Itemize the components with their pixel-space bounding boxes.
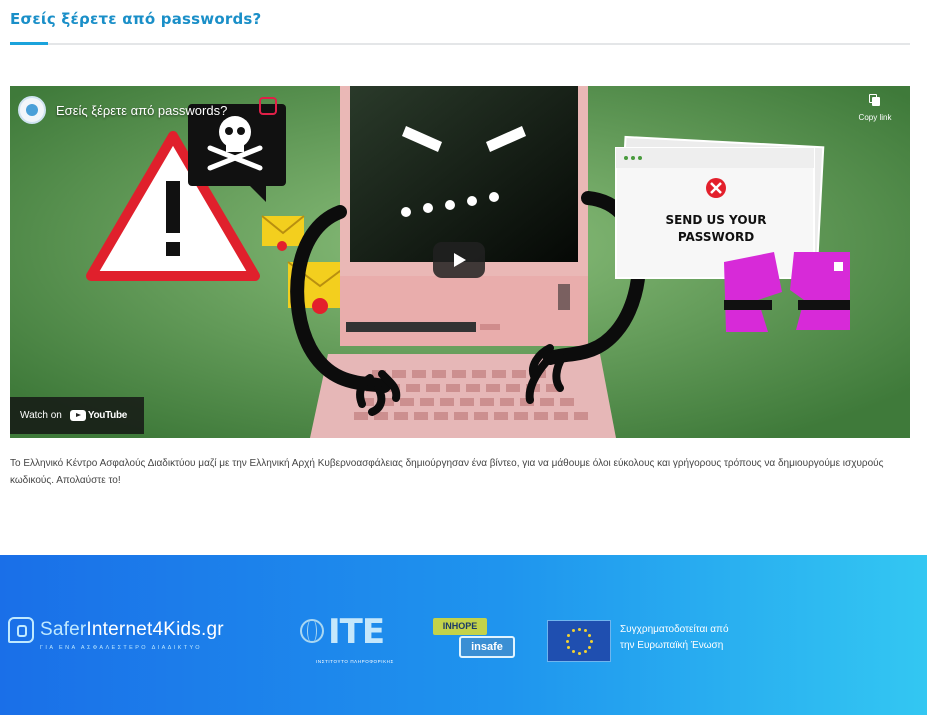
eu-funding-text: Συγχρηματοδοτείται από την Ευρωπαϊκή Ένω… — [620, 622, 729, 654]
eu-funding-line-1: Συγχρηματοδοτείται από — [620, 624, 729, 635]
ite-logo[interactable]: ΙΤΕ ΙΝΣΤΙΤΟΥΤΟ ΠΛΗΡΟΦΟΡΙΚΗΣ — [298, 615, 418, 675]
eu-star — [587, 645, 591, 649]
youtube-play-icon — [69, 410, 86, 421]
watch-on-label: Watch on — [20, 410, 62, 421]
eu-star — [567, 633, 571, 637]
logo-prefix: Safer — [40, 619, 87, 640]
eu-star — [567, 645, 571, 649]
page-heading: Εσείς ξέρετε από passwords? — [10, 10, 910, 46]
saferinternet4kids-logo[interactable]: SaferInternet4Kids.gr — [8, 617, 224, 643]
copy-link-button[interactable]: Copy link — [852, 94, 898, 122]
watch-on-youtube-button[interactable]: Watch on YouTube — [10, 397, 144, 434]
inhope-insafe-logo[interactable]: INHOPE insafe — [433, 618, 515, 662]
heading-accent-bar — [10, 42, 48, 45]
inhope-label: INHOPE — [433, 618, 487, 635]
youtube-video-embed[interactable]: SEND US YOUR PASSWORD Εσείς ξέρετε από p… — [10, 86, 910, 438]
page-title: Εσείς ξέρετε από passwords? — [10, 10, 262, 28]
copy-link-icon — [869, 94, 881, 107]
youtube-logo: YouTube — [69, 410, 128, 421]
popup-line-1: SEND US YOUR — [665, 213, 766, 227]
eu-star — [587, 633, 591, 637]
saferinternet4kids-icon — [8, 617, 34, 643]
channel-avatar-icon[interactable] — [18, 96, 46, 124]
insafe-label: insafe — [459, 636, 515, 658]
eu-star — [565, 639, 569, 643]
logo-main: Internet4Kids.gr — [86, 619, 224, 640]
eu-flag-icon — [547, 620, 611, 662]
eu-star — [583, 649, 587, 653]
ite-subtitle: ΙΝΣΤΙΤΟΥΤΟ ΠΛΗΡΟΦΟΡΙΚΗΣ — [316, 659, 394, 664]
heading-divider — [10, 43, 910, 45]
ite-mark: ΙΤΕ — [328, 612, 385, 652]
video-title[interactable]: Εσείς ξέρετε από passwords? — [56, 103, 227, 118]
eu-star — [589, 639, 593, 643]
video-description: Το Ελληνικό Κέντρο Ασφαλούς Διαδικτύου μ… — [10, 458, 884, 486]
copy-link-label: Copy link — [858, 113, 892, 122]
logo-tagline: ΓΙΑ ΕΝΑ ΑΣΦΑΛΕΣΤΕΡΟ ΔΙΑΔΙΚΤΥΟ — [40, 645, 202, 651]
eu-star — [571, 649, 575, 653]
eu-star — [583, 629, 587, 633]
page: Εσείς ξέρετε από passwords? SEND US YOUR… — [0, 0, 927, 715]
youtube-wordmark: YouTube — [87, 410, 128, 421]
popup-line-2: PASSWORD — [678, 230, 754, 244]
video-header: Εσείς ξέρετε από passwords? — [18, 96, 227, 124]
play-button[interactable] — [433, 242, 485, 278]
eu-star — [571, 629, 575, 633]
footer: SaferInternet4Kids.gr ΓΙΑ ΕΝΑ ΑΣΦΑΛΕΣΤΕΡ… — [0, 555, 927, 715]
globe-icon — [300, 619, 324, 643]
eu-funding-line-2: την Ευρωπαϊκή Ένωση — [620, 640, 724, 651]
eu-star — [577, 651, 581, 655]
eu-star — [577, 627, 581, 631]
